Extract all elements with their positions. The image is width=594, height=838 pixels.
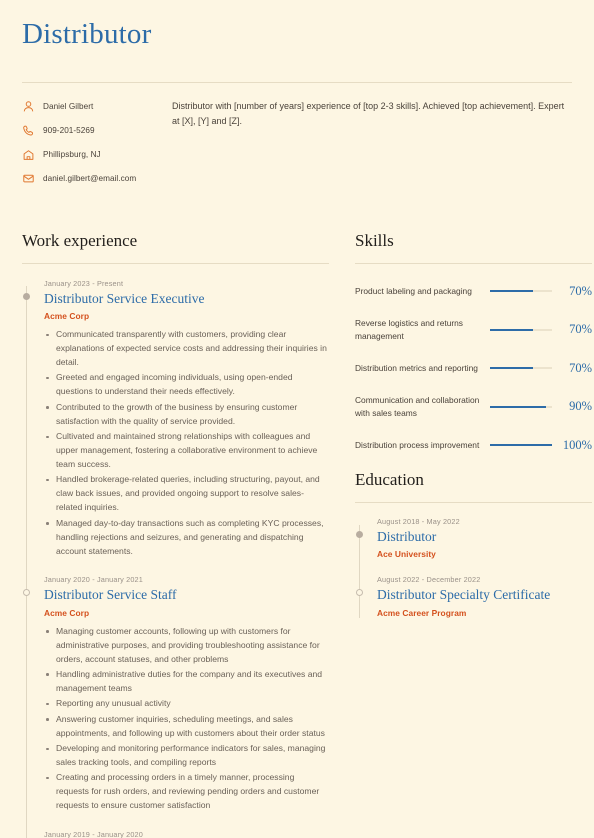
resume-page: Distributor Daniel Gilbert 909-201-5269 … bbox=[0, 0, 594, 838]
education-entry-title: Distributor bbox=[377, 529, 437, 545]
right-column: Skills Product labeling and packaging 70%… bbox=[355, 232, 592, 838]
skill-progress-fill bbox=[490, 328, 534, 331]
education-entry: August 2022 - December 2022 Distributor S… bbox=[355, 575, 592, 618]
contact-phone-text: 909-201-5269 bbox=[43, 126, 95, 136]
contact-list: Daniel Gilbert 909-201-5269 Phillipsburg… bbox=[22, 98, 150, 196]
work-entry-bullets: Managing customer accounts, following up… bbox=[44, 625, 329, 813]
work-entry-organization: Acme Corp bbox=[44, 311, 90, 322]
skill-row: Communication and collaboration with sal… bbox=[355, 394, 592, 419]
work-entry: January 2020 - January 2021 Distributor S… bbox=[22, 575, 329, 813]
email-icon bbox=[22, 172, 35, 185]
contact-item-phone: 909-201-5269 bbox=[22, 124, 150, 137]
skill-progress-bar bbox=[490, 290, 552, 293]
contact-email-text: daniel.gilbert@email.com bbox=[43, 174, 137, 184]
list-item: Handled brokerage-related queries, inclu… bbox=[44, 473, 329, 515]
list-item: Managed day-to-day transactions such as … bbox=[44, 517, 329, 559]
list-item: Answering customer inquiries, scheduling… bbox=[44, 713, 329, 741]
education-section: Education August 2018 - May 2022 Distribu… bbox=[355, 470, 592, 618]
work-entry-date: January 2019 - January 2020 bbox=[44, 830, 143, 838]
work-timeline: January 2023 - Present Distributor Servic… bbox=[22, 264, 329, 838]
skill-name: Distribution metrics and reporting bbox=[355, 362, 478, 373]
skill-progress-bar bbox=[490, 328, 552, 331]
education-entry: August 2018 - May 2022 Distributor Ace Uni… bbox=[355, 517, 592, 559]
phone-icon bbox=[22, 124, 35, 137]
work-entry: January 2019 - January 2020Volunteer Dis… bbox=[22, 830, 329, 838]
skill-percent-label: 70% bbox=[569, 322, 592, 337]
page-title: Distributor bbox=[22, 18, 152, 50]
skill-name: Communication and collaboration with sal… bbox=[355, 395, 480, 418]
list-item: Cultivated and maintained strong relatio… bbox=[44, 430, 329, 472]
skill-name: Reverse logistics and returns management bbox=[355, 318, 463, 341]
skill-percent-label: 70% bbox=[569, 283, 592, 298]
skill-percent-label: 70% bbox=[569, 360, 592, 375]
education-timeline: August 2018 - May 2022 Distributor Ace Uni… bbox=[355, 503, 592, 618]
skill-name: Distribution process improvement bbox=[355, 440, 480, 451]
work-entry-title: Distributor Service Executive bbox=[44, 291, 205, 307]
timeline-marker-icon bbox=[356, 589, 363, 597]
education-entry-title: Distributor Specialty Certificate bbox=[377, 587, 551, 603]
skills-section-title: Skills bbox=[355, 231, 394, 251]
location-icon bbox=[22, 148, 35, 161]
education-entry-date: August 2018 - May 2022 bbox=[377, 517, 460, 527]
skill-percent-label: 100% bbox=[562, 437, 592, 452]
work-entry-title: Distributor Service Staff bbox=[44, 587, 177, 603]
skill-progress-fill bbox=[490, 405, 546, 408]
skill-progress-fill bbox=[490, 290, 534, 293]
skill-progress-bar bbox=[490, 444, 552, 447]
skill-progress-fill bbox=[490, 367, 534, 370]
skill-name: Product labeling and packaging bbox=[355, 285, 472, 296]
education-section-title: Education bbox=[355, 470, 424, 490]
timeline-marker-icon bbox=[356, 531, 363, 539]
work-entry-date: January 2020 - January 2021 bbox=[44, 575, 143, 585]
contact-item-location: Phillipsburg, NJ bbox=[22, 148, 150, 161]
timeline-marker-icon bbox=[23, 293, 30, 301]
skills-section: Skills Product labeling and packaging 70%… bbox=[355, 232, 592, 456]
skill-percent-label: 90% bbox=[569, 399, 592, 414]
education-entry-organization: Acme Career Program bbox=[377, 607, 467, 618]
contact-location-text: Phillipsburg, NJ bbox=[43, 150, 101, 160]
list-item: Communicated transparently with customer… bbox=[44, 328, 329, 370]
resume-header: Distributor Daniel Gilbert 909-201-5269 … bbox=[22, 0, 572, 196]
summary-text: Distributor with [number of years] exper… bbox=[172, 101, 565, 126]
list-item: Handling administrative duties for the c… bbox=[44, 668, 329, 696]
contact-name-text: Daniel Gilbert bbox=[43, 102, 94, 112]
list-item: Developing and monitoring performance in… bbox=[44, 742, 329, 770]
list-item: Greeted and engaged incoming individuals… bbox=[44, 371, 329, 399]
contact-item-name: Daniel Gilbert bbox=[22, 100, 150, 113]
education-entry-organization: Ace University bbox=[377, 549, 436, 560]
education-entry-date: August 2022 - December 2022 bbox=[377, 575, 481, 585]
work-experience-section: Work experience January 2023 - Present Di… bbox=[22, 232, 329, 838]
skill-row: Reverse logistics and returns management… bbox=[355, 317, 592, 342]
skill-row: Distribution metrics and reporting 70% bbox=[355, 357, 592, 379]
skill-progress-fill bbox=[490, 444, 552, 447]
skill-progress-bar bbox=[490, 405, 552, 408]
contact-item-email: daniel.gilbert@email.com bbox=[22, 172, 150, 185]
work-section-title: Work experience bbox=[22, 231, 138, 251]
list-item: Managing customer accounts, following up… bbox=[44, 625, 329, 667]
skills-list: Product labeling and packaging 70% Reverse… bbox=[355, 264, 592, 456]
list-item: Contributed to the growth of the busines… bbox=[44, 401, 329, 429]
timeline-marker-icon bbox=[23, 589, 30, 597]
work-entry-date: January 2023 - Present bbox=[44, 279, 124, 289]
skill-row: Distribution process improvement 100% bbox=[355, 434, 592, 456]
work-entry-bullets: Communicated transparently with customer… bbox=[44, 328, 329, 558]
skill-row: Product labeling and packaging 70% bbox=[355, 280, 592, 302]
work-entry: January 2023 - Present Distributor Servic… bbox=[22, 279, 329, 558]
summary-block: Distributor with [number of years] exper… bbox=[150, 98, 572, 196]
work-entry-organization: Acme Corp bbox=[44, 607, 90, 618]
list-item: Creating and processing orders in a time… bbox=[44, 771, 329, 813]
person-icon bbox=[22, 100, 35, 113]
skill-progress-bar bbox=[490, 367, 552, 370]
list-item: Reporting any unusual activity bbox=[44, 697, 329, 711]
